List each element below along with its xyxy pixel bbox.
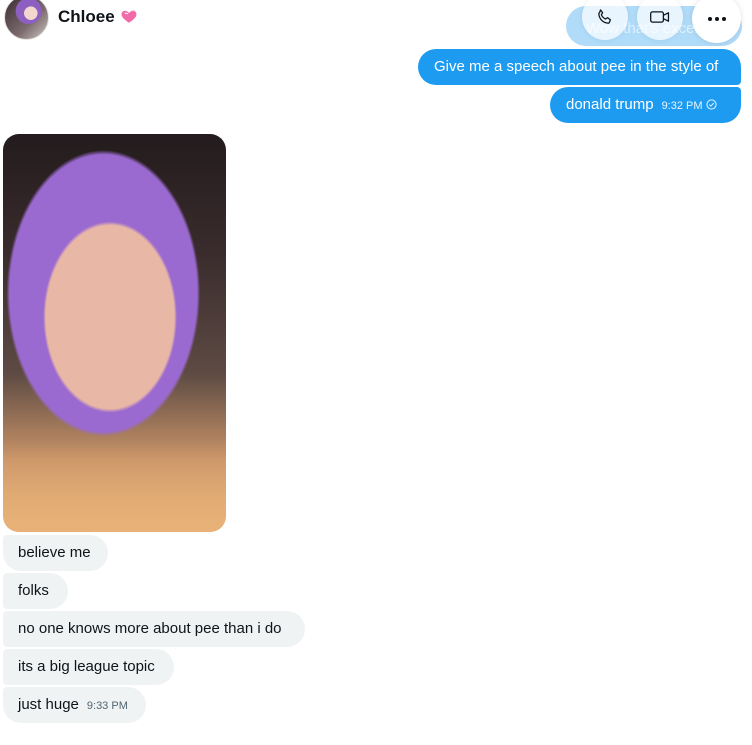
photo-detail [3,442,226,532]
message-text: believe me [18,544,91,561]
incoming-message[interactable]: no one knows more about pee than i do [3,611,305,647]
message-text: folks [18,582,49,599]
message-text: Give me a speech about pee in the style … [434,58,719,75]
contact-avatar[interactable] [4,0,49,40]
phone-icon [598,9,612,24]
contact-name[interactable]: Chloee [58,7,115,27]
sparkling-heart-icon [121,9,137,23]
message-timestamp: 9:33 PM [86,700,128,712]
incoming-photo[interactable] [3,134,226,532]
incoming-message[interactable]: folks [3,573,68,609]
outgoing-message[interactable]: donald trump 9:32 PM [550,87,741,123]
message-text: donald trump [566,96,654,113]
message-text: its a big league topic [18,658,155,675]
outgoing-message[interactable]: Give me a speech about pee in the style … [418,49,741,85]
incoming-message[interactable]: its a big league topic [3,649,174,685]
message-text: just huge [18,696,79,713]
video-icon [650,11,670,23]
incoming-message[interactable]: believe me [3,535,108,571]
sent-check-icon [705,99,717,110]
message-text: no one knows more about pee than i do [18,620,282,637]
incoming-message[interactable]: just huge 9:33 PM [3,687,146,723]
conversation-header: Chloee Wow that's excell [0,0,752,46]
more-icon [707,16,726,21]
message-timestamp: 9:32 PM [661,100,703,112]
